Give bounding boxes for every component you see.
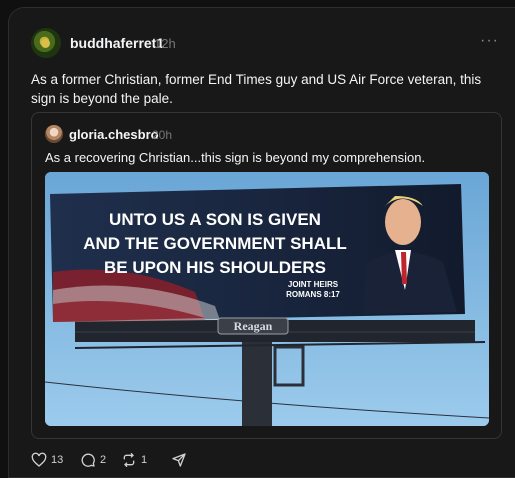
- avatar[interactable]: [31, 28, 61, 58]
- billboard-line-2: AND THE GOVERNMENT SHALL: [83, 234, 347, 253]
- billboard-footnote-1: JOINT HEIRS: [288, 280, 339, 289]
- reply-button[interactable]: 2: [80, 452, 106, 468]
- reply-count: 2: [100, 454, 107, 466]
- quoted-timestamp: 20h: [152, 128, 173, 142]
- share-icon: [172, 453, 186, 467]
- repost-icon: [123, 452, 135, 468]
- share-button[interactable]: [171, 452, 187, 468]
- billboard-brand: Reagan: [234, 319, 273, 333]
- quoted-avatar[interactable]: [45, 125, 63, 143]
- billboard-photo[interactable]: UNTO US A SON IS GIVEN AND THE GOVERNMEN…: [45, 172, 489, 426]
- quoted-text: As a recovering Christian...this sign is…: [45, 150, 426, 165]
- post-card: buddhaferret1 12h ··· As a former Christ…: [8, 7, 515, 478]
- post-username[interactable]: buddhaferret1: [70, 35, 164, 51]
- post-text: As a former Christian, former End Times …: [31, 72, 482, 106]
- billboard-footnote-2: ROMANS 8:17: [286, 290, 340, 299]
- quoted-username[interactable]: gloria.chesbro: [69, 127, 159, 142]
- repost-button[interactable]: 1: [121, 452, 147, 468]
- billboard-line-1: UNTO US A SON IS GIVEN: [109, 210, 321, 229]
- more-icon[interactable]: ···: [480, 32, 499, 50]
- heart-icon: [31, 452, 47, 467]
- like-button[interactable]: 13: [31, 452, 63, 468]
- repost-count: 1: [141, 454, 148, 466]
- post-timestamp: 12h: [154, 36, 176, 51]
- billboard-line-3: BE UPON HIS SHOULDERS: [104, 258, 326, 277]
- billboard-image: UNTO US A SON IS GIVEN AND THE GOVERNMEN…: [45, 172, 489, 426]
- comment-icon: [81, 453, 95, 467]
- quoted-post[interactable]: gloria.chesbro 20h As a recovering Chris…: [31, 112, 502, 439]
- like-count: 13: [51, 454, 64, 466]
